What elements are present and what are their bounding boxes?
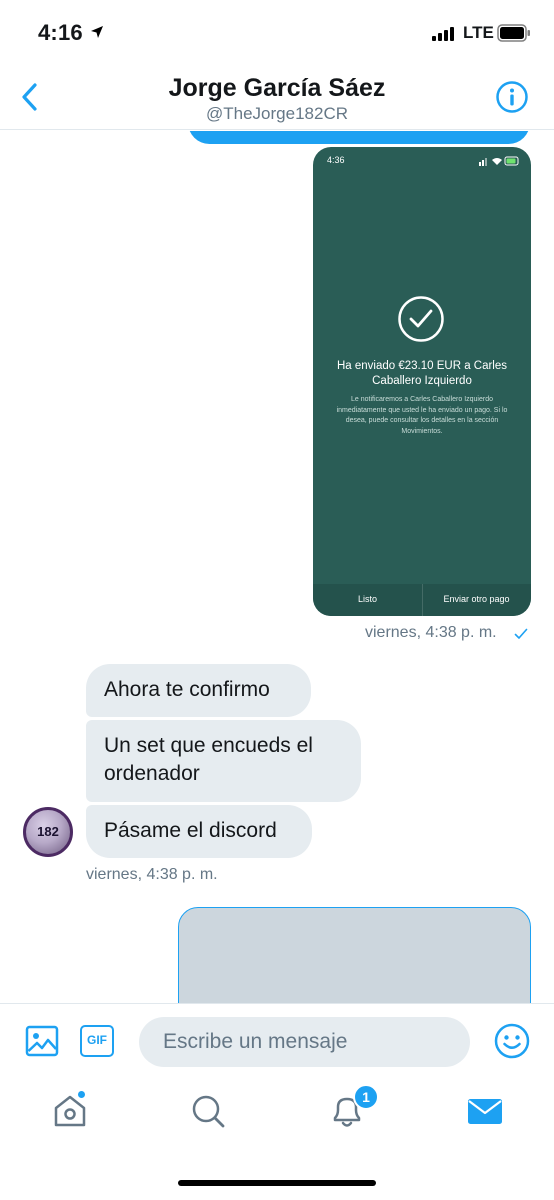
search-icon	[192, 1095, 225, 1128]
screenshot-send-again-button: Enviar otro pago	[443, 594, 510, 604]
tab-search[interactable]	[188, 1091, 228, 1131]
info-button[interactable]	[496, 81, 528, 113]
screenshot-done-button: Listo	[357, 594, 377, 604]
avatar[interactable]: 182	[23, 807, 73, 857]
image-icon	[25, 1025, 59, 1057]
gif-button[interactable]: GIF	[80, 1025, 114, 1057]
media-button[interactable]	[24, 1023, 60, 1059]
message-input[interactable]	[139, 1017, 470, 1067]
received-message[interactable]: Ahora te confirmo	[86, 664, 311, 717]
envelope-icon	[468, 1099, 502, 1124]
screenshot-status-icons	[479, 156, 519, 166]
notification-count-badge: 1	[353, 1084, 379, 1110]
payment-confirmation-body: Le notificaremos a Carles Caballero Izqu…	[336, 396, 508, 435]
avatar-text: 182	[37, 824, 59, 839]
received-message[interactable]: Pásame el discord	[86, 805, 312, 858]
sent-image-message[interactable]: 4:36 Ha enviado €23.10 EUR a Carles Caba…	[313, 147, 531, 616]
payment-confirmation-title: Ha enviado €23.10 EUR a Carles Caballero…	[336, 360, 508, 387]
smiley-icon	[494, 1023, 530, 1059]
checkmark-circle-icon	[398, 296, 444, 342]
sent-timestamp: viernes, 4:38 p. m.	[365, 624, 497, 641]
sent-check-icon	[514, 628, 528, 639]
contact-name[interactable]: Jorge García Sáez	[0, 74, 554, 103]
location-arrow-icon	[91, 26, 103, 38]
emoji-button[interactable]	[494, 1023, 530, 1059]
received-timestamp: viernes, 4:38 p. m.	[86, 866, 218, 883]
home-indicator	[178, 1180, 376, 1186]
previous-sent-bubble[interactable]	[188, 131, 530, 144]
conversation-header: Jorge García Sáez @TheJorge182CR	[0, 62, 554, 130]
tab-bar: 1	[0, 1077, 554, 1200]
message-composer: GIF	[0, 1003, 554, 1077]
status-time: 4:16	[38, 20, 83, 45]
tab-messages[interactable]	[465, 1091, 505, 1131]
signal-icon	[432, 27, 454, 41]
contact-handle[interactable]: @TheJorge182CR	[0, 104, 554, 124]
network-label: LTE	[463, 23, 494, 42]
screenshot-status-bar: 4:36	[313, 147, 531, 171]
message-list[interactable]: 4:36 Ha enviado €23.10 EUR a Carles Caba…	[0, 131, 554, 1003]
home-unread-dot	[77, 1090, 86, 1099]
status-bar: 4:16 LTE	[0, 0, 554, 62]
screenshot-time: 4:36	[327, 155, 345, 165]
battery-icon	[497, 24, 530, 42]
home-icon	[54, 1095, 86, 1127]
sent-image-loading[interactable]	[178, 907, 531, 1003]
received-message[interactable]: Un set que encueds el ordenador	[86, 720, 361, 802]
